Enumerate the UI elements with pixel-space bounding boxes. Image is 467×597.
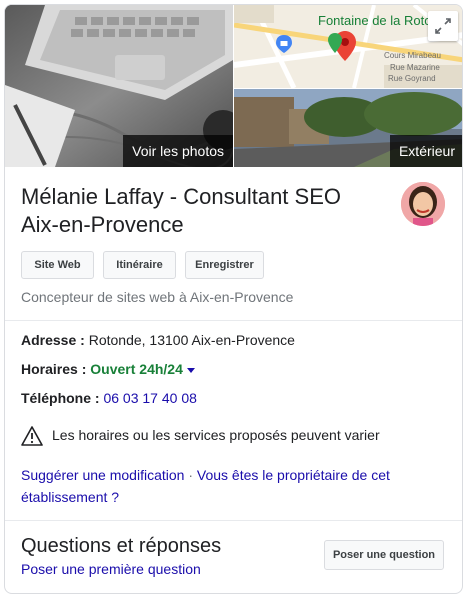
photo-exterior[interactable]: Extérieur — [234, 89, 462, 167]
address-row: Adresse : Rotonde, 13100 Aix-en-Provence — [21, 330, 295, 350]
hours-row: Horaires : Ouvert 24h/24 — [21, 359, 195, 379]
phone-link[interactable]: 06 03 17 40 08 — [103, 390, 196, 406]
website-button[interactable]: Site Web — [21, 251, 94, 279]
ask-question-button[interactable]: Poser une question — [324, 540, 444, 570]
business-name: Mélanie Laffay - Consultant SEO Aix-en-P… — [21, 184, 341, 237]
avatar-image — [401, 182, 445, 226]
label-separator: : — [76, 332, 89, 348]
label-separator: : — [77, 361, 91, 377]
expand-icon — [435, 18, 451, 34]
warning-text: Les horaires ou les services proposés pe… — [52, 427, 380, 443]
map-street-label: Rue Goyrand — [388, 74, 436, 83]
map-thumbnail[interactable]: Fontaine de la Rotonde Cours Mirabeau Ru… — [234, 5, 462, 88]
divider — [5, 320, 462, 321]
qa-section-title: Questions et réponses — [21, 535, 222, 557]
ask-first-question-link[interactable]: Poser une première question — [21, 561, 201, 577]
shopping-bag-icon — [276, 35, 292, 53]
suggest-edit-link[interactable]: Suggérer une modification — [21, 467, 184, 483]
owner-avatar[interactable] — [401, 182, 445, 226]
link-separator: · — [184, 467, 197, 483]
directions-button[interactable]: Itinéraire — [103, 251, 176, 279]
warning-icon — [21, 426, 43, 446]
address-label: Adresse — [21, 332, 77, 348]
expand-map-button[interactable] — [428, 11, 458, 41]
label-separator: : — [91, 390, 104, 406]
map-street-label: Rue Mazarine — [390, 63, 440, 72]
green-pin-icon — [328, 33, 342, 53]
view-photos-label[interactable]: Voir les photos — [123, 135, 233, 167]
address-value: Rotonde, 13100 Aix-en-Provence — [88, 332, 295, 348]
exterior-label[interactable]: Extérieur — [389, 135, 462, 167]
hours-label: Horaires — [21, 361, 78, 377]
save-button[interactable]: Enregistrer — [185, 251, 264, 279]
knowledge-panel: Voir les photos Fontaine de la Rotonde C… — [4, 4, 463, 594]
business-category: Concepteur de sites web à Aix-en-Provenc… — [21, 289, 294, 305]
edit-links: Suggérer une modification · Vous êtes le… — [21, 464, 441, 508]
phone-row: Téléphone : 06 03 17 40 08 — [21, 388, 197, 408]
hours-value[interactable]: Ouvert 24h/24 — [90, 361, 183, 377]
photo-main-laptop[interactable]: Voir les photos — [5, 5, 233, 167]
caret-down-icon[interactable] — [186, 367, 195, 373]
map-street-label: Cours Mirabeau — [384, 51, 441, 60]
phone-label: Téléphone — [21, 390, 92, 406]
photo-strip: Voir les photos Fontaine de la Rotonde C… — [5, 5, 462, 167]
divider — [5, 520, 462, 521]
